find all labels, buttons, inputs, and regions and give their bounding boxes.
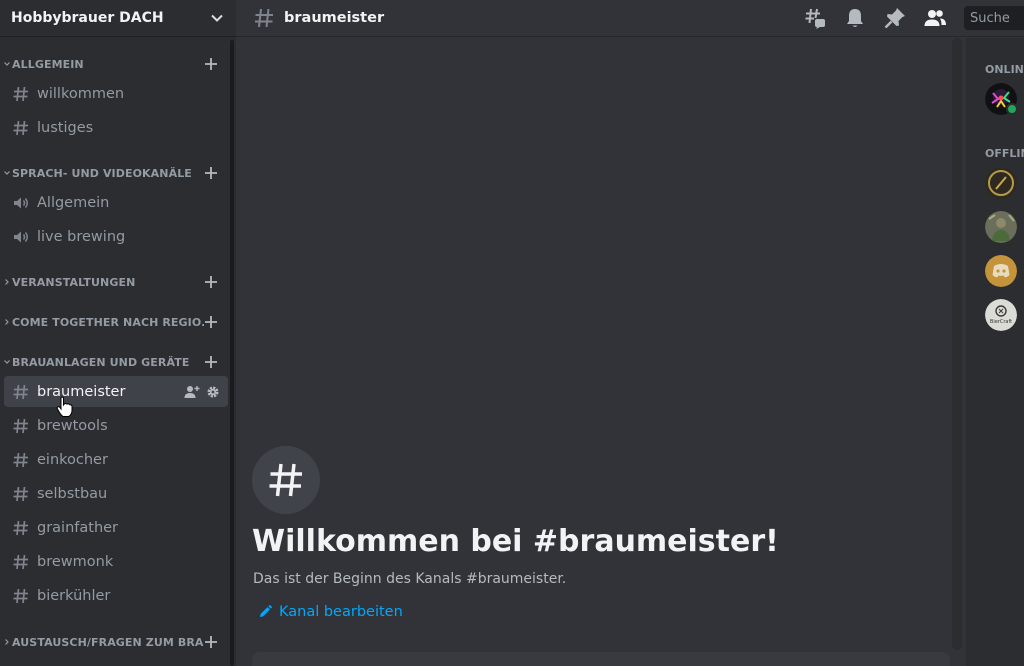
channel-label: lustiges [37, 119, 94, 136]
member-avatar[interactable] [985, 167, 1017, 199]
channel-willkommen[interactable]: willkommen [4, 78, 228, 109]
channel-brewtools[interactable]: brewtools [4, 410, 228, 441]
channel-grainfather[interactable]: grainfather [4, 512, 228, 543]
channel-label: grainfather [37, 519, 119, 536]
category-label: COME TOGETHER NACH REGIO... [12, 315, 204, 329]
welcome-subtitle: Das ist der Beginn des Kanals #braumeist… [253, 571, 567, 587]
online-status-dot [1006, 103, 1018, 115]
sidebar-scrollbar[interactable] [230, 40, 234, 666]
channel-live-brewing[interactable]: live brewing [4, 221, 228, 252]
avatar-text: BierCraft [990, 319, 1012, 325]
member-list-icon[interactable] [923, 6, 947, 30]
hash-icon [13, 452, 28, 467]
pinned-messages-icon[interactable] [883, 6, 907, 30]
hash-icon [255, 8, 273, 28]
pencil-icon [260, 605, 272, 617]
caret-down-icon [4, 171, 10, 175]
caret-right-icon [5, 639, 9, 645]
add-channel-icon[interactable] [204, 315, 218, 329]
hash-icon [13, 486, 28, 501]
category-label: BRAUANLAGEN UND GERÄTE [12, 355, 190, 369]
notification-bell-icon[interactable] [843, 6, 867, 30]
channel-header: braumeister Suche [236, 0, 1024, 37]
channel-label: Allgemein [37, 194, 110, 211]
category-label: SPRACH- UND VIDEOKANÄLE [12, 166, 192, 180]
category-allgemein[interactable]: ALLGEMEIN [0, 54, 232, 74]
invite-user-icon[interactable] [184, 385, 200, 399]
category-come-together[interactable]: COME TOGETHER NACH REGIO... [0, 312, 232, 332]
edit-channel-link[interactable]: Kanal bearbeiten [258, 604, 403, 620]
chat-area: Willkommen bei #braumeister! Das ist der… [236, 38, 966, 666]
channel-braumeister[interactable]: braumeister [4, 376, 228, 407]
member-avatar[interactable] [985, 211, 1017, 243]
category-brauanlagen-und-geraete[interactable]: BRAUANLAGEN UND GERÄTE [0, 352, 232, 372]
search-placeholder: Suche [970, 10, 1010, 26]
message-composer[interactable] [252, 652, 950, 666]
chat-scrollbar[interactable] [952, 38, 962, 650]
channel-tools [184, 385, 220, 399]
member-list: ONLINE OFFLINE BierCraft [966, 38, 1024, 666]
category-sprach-und-videokanaele[interactable]: SPRACH- UND VIDEOKANÄLE [0, 163, 232, 183]
category-veranstaltungen[interactable]: VERANSTALTUNGEN [0, 272, 232, 292]
channel-bierkuehler[interactable]: bierkühler [4, 580, 228, 611]
category-label: VERANSTALTUNGEN [12, 275, 136, 289]
channel-title: braumeister [284, 10, 385, 26]
hash-icon [13, 384, 28, 399]
hand-cursor-icon [56, 396, 73, 417]
server-name: Hobbybrauer DACH [11, 10, 164, 26]
hash-icon [13, 86, 28, 101]
member-avatar[interactable]: BierCraft [985, 299, 1017, 331]
hash-icon [13, 418, 28, 433]
channel-label: willkommen [37, 85, 125, 102]
category-austausch-fragen[interactable]: AUSTAUSCH/FRAGEN ZUM BRA... [0, 632, 232, 652]
hash-icon [13, 120, 28, 135]
channel-label: bierkühler [37, 587, 111, 604]
search-input[interactable]: Suche [964, 6, 1024, 30]
channel-einkocher[interactable]: einkocher [4, 444, 228, 475]
channel-label: brewmonk [37, 553, 114, 570]
category-label: ALLGEMEIN [12, 57, 84, 71]
channel-lustiges[interactable]: lustiges [4, 112, 228, 143]
caret-down-icon [4, 360, 10, 364]
hash-icon [13, 588, 28, 603]
speaker-icon [14, 197, 28, 208]
add-channel-icon[interactable] [204, 635, 218, 649]
channel-label: brewtools [37, 417, 108, 434]
channel-label: selbstbau [37, 485, 108, 502]
server-header[interactable]: Hobbybrauer DACH [0, 0, 236, 37]
hash-icon [13, 520, 28, 535]
speaker-icon [14, 231, 28, 242]
chevron-down-icon [211, 14, 223, 22]
welcome-title: Willkommen bei #braumeister! [252, 524, 779, 559]
add-channel-icon[interactable] [204, 275, 218, 289]
edit-channel-label: Kanal bearbeiten [279, 604, 403, 620]
channel-list: ALLGEMEIN willkommen lustiges SPRACH- UN… [0, 37, 232, 666]
channel-sidebar: Hobbybrauer DACH ALLGEMEIN willkommen lu… [0, 0, 236, 666]
add-channel-icon[interactable] [204, 166, 218, 180]
caret-down-icon [4, 62, 10, 66]
online-heading: ONLINE [985, 63, 1024, 76]
add-channel-icon[interactable] [204, 57, 218, 71]
offline-heading: OFFLINE [985, 147, 1024, 160]
channel-label: live brewing [37, 228, 126, 245]
hash-icon [13, 554, 28, 569]
channel-selbstbau[interactable]: selbstbau [4, 478, 228, 509]
member-avatar[interactable] [985, 255, 1017, 287]
gear-icon[interactable] [206, 385, 220, 399]
add-channel-icon[interactable] [204, 355, 218, 369]
welcome-hash-icon [252, 446, 320, 514]
channel-allgemein-voice[interactable]: Allgemein [4, 187, 228, 218]
caret-right-icon [5, 319, 9, 325]
channel-label: einkocher [37, 451, 108, 468]
threads-icon[interactable] [803, 6, 827, 30]
caret-right-icon [5, 279, 9, 285]
category-label: AUSTAUSCH/FRAGEN ZUM BRA... [12, 635, 204, 649]
channel-brewmonk[interactable]: brewmonk [4, 546, 228, 577]
